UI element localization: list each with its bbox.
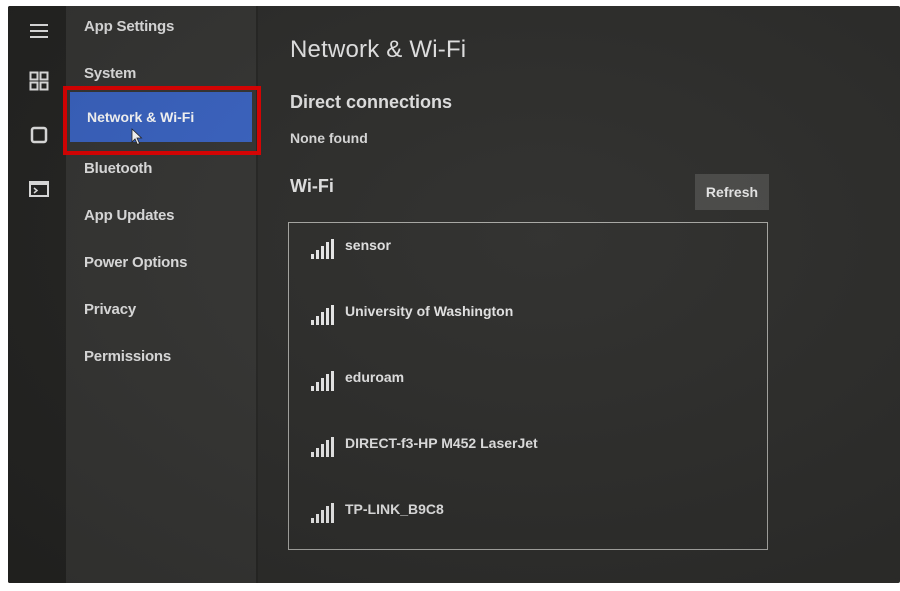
wifi-heading: Wi-Fi (290, 176, 334, 196)
wifi-network-item[interactable]: sensor (311, 233, 741, 263)
photo-frame: App Settings System Network & Wi-Fi Blue… (0, 0, 900, 591)
wifi-network-name: DIRECT-f3-HP M452 LaserJet (345, 435, 538, 451)
nav-item-privacy[interactable]: Privacy (84, 301, 136, 318)
wifi-network-name: eduroam (345, 369, 405, 385)
wifi-network-name: sensor (345, 237, 391, 253)
wifi-signal-icon (311, 503, 335, 523)
hamburger-menu-icon[interactable] (28, 20, 50, 42)
apps-grid-icon[interactable] (28, 70, 50, 92)
processor-chip-icon[interactable] (28, 124, 50, 146)
wifi-network-name: University of Washington (345, 303, 514, 319)
wifi-network-item[interactable]: eduroam (311, 365, 741, 395)
nav-item-app-updates[interactable]: App Updates (84, 207, 175, 224)
wifi-signal-icon (311, 437, 335, 457)
wifi-network-list: sensor University of Washington eduroam (288, 222, 768, 550)
page-title: Network & Wi-Fi (290, 36, 467, 63)
nav-item-permissions[interactable]: Permissions (84, 348, 171, 365)
device-screen: App Settings System Network & Wi-Fi Blue… (8, 6, 900, 583)
wifi-signal-icon (311, 305, 335, 325)
nav-heading-app-settings[interactable]: App Settings (84, 18, 174, 35)
direct-connections-status: None found (290, 130, 368, 146)
nav-item-power-options[interactable]: Power Options (84, 254, 187, 271)
refresh-button[interactable]: Refresh (695, 174, 769, 210)
nav-item-bluetooth[interactable]: Bluetooth (84, 160, 152, 177)
icon-rail (8, 6, 66, 583)
wifi-signal-icon (311, 239, 335, 259)
wifi-network-item[interactable]: University of Washington (311, 299, 741, 329)
wifi-signal-icon (311, 371, 335, 391)
nav-item-system[interactable]: System (84, 65, 136, 82)
mouse-cursor-icon (131, 128, 143, 146)
terminal-icon[interactable] (28, 178, 50, 200)
wifi-network-name: TP-LINK_B9C8 (345, 501, 444, 517)
annotation-highlight-box (63, 86, 261, 155)
wifi-network-item[interactable]: DIRECT-f3-HP M452 LaserJet (311, 431, 741, 461)
wifi-network-item[interactable]: TP-LINK_B9C8 (311, 497, 741, 527)
main-content: Network & Wi-Fi Direct connections None … (258, 6, 900, 583)
direct-connections-heading: Direct connections (290, 92, 453, 112)
